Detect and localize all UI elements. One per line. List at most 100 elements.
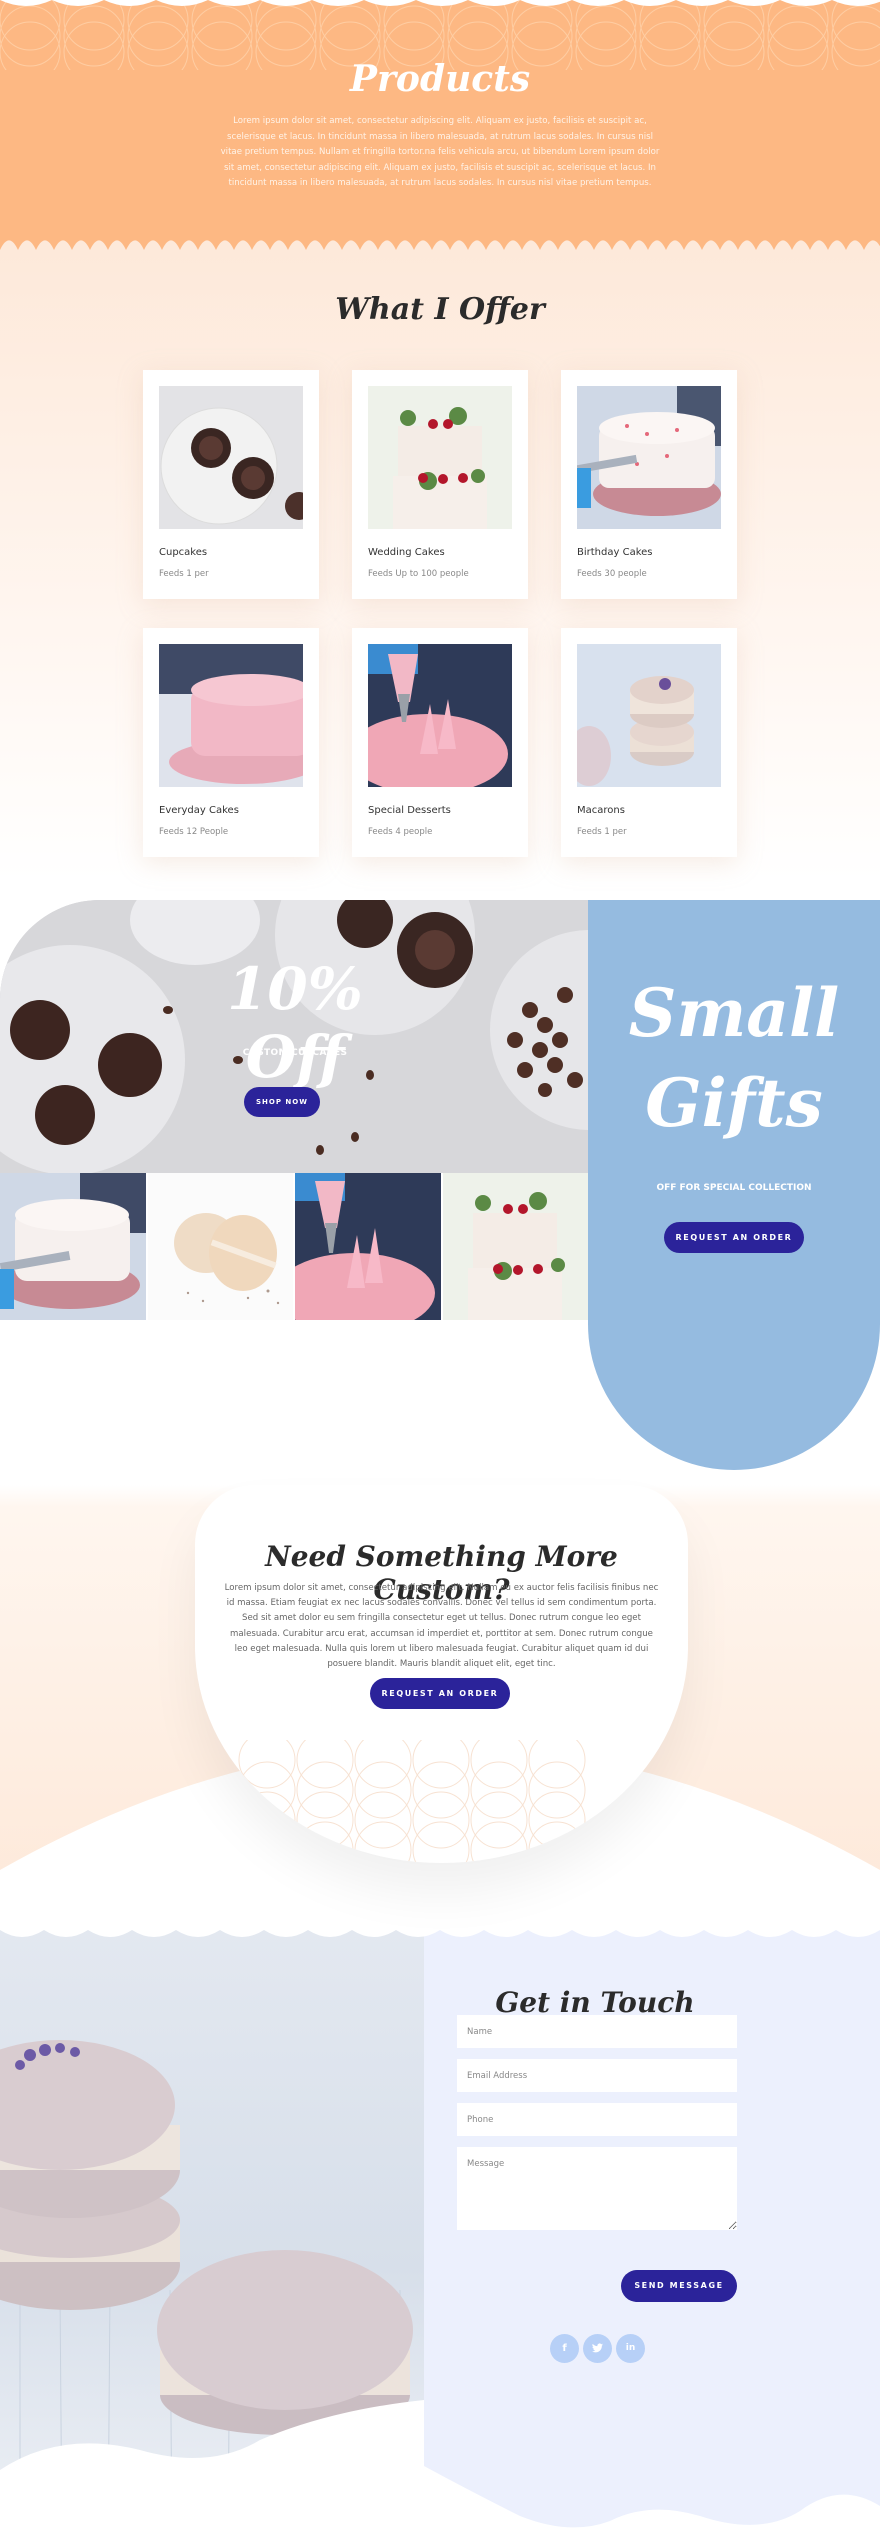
pattern-circle xyxy=(528,1791,586,1849)
promo-section: 10% Off CUSTOM CUPCAKES SHOP NOW Small G… xyxy=(0,900,880,1470)
pattern-circle xyxy=(354,1821,412,1863)
page-title: Products xyxy=(349,58,531,100)
scallop-edge-top xyxy=(0,1930,880,1937)
product-card[interactable]: Macarons Feeds 1 per xyxy=(561,628,737,857)
pattern-circle xyxy=(296,1791,354,1849)
scallop-edge-bottom xyxy=(0,240,880,250)
pattern-circle xyxy=(511,5,573,67)
scallop-edge-top xyxy=(0,0,880,6)
facebook-icon[interactable]: f xyxy=(550,2334,579,2363)
send-message-button[interactable]: SEND MESSAGE xyxy=(621,2270,737,2302)
pattern-circle xyxy=(296,1740,354,1789)
pattern-circle xyxy=(238,1821,296,1863)
pattern-circle xyxy=(767,5,829,67)
pattern-circle xyxy=(470,1821,528,1863)
product-feeds: Feeds 12 People xyxy=(159,827,229,837)
product-image-cupcakes xyxy=(159,386,303,529)
request-order-button[interactable]: REQUEST AN ORDER xyxy=(370,1678,510,1709)
product-name: Everyday Cakes xyxy=(159,805,239,816)
pattern-circle xyxy=(412,1791,470,1849)
gift-title-line-2: Gifts xyxy=(645,1064,823,1142)
product-name: Wedding Cakes xyxy=(368,547,445,558)
pattern-circle xyxy=(470,1791,528,1849)
pattern-circle xyxy=(412,1740,470,1789)
custom-order-card: Need Something More Custom? Lorem ipsum … xyxy=(195,1485,688,1863)
product-card[interactable]: Everyday Cakes Feeds 12 People xyxy=(143,628,319,857)
email-input[interactable] xyxy=(457,2059,737,2092)
product-card[interactable]: Cupcakes Feeds 1 per xyxy=(143,370,319,599)
pattern-circle xyxy=(238,1791,296,1849)
pattern-circle xyxy=(528,1761,586,1819)
product-feeds: Feeds 1 per xyxy=(159,569,209,579)
products-hero: Products Lorem ipsum dolor sit amet, con… xyxy=(0,0,880,250)
contact-section: Get in Touch SEND MESSAGE f in xyxy=(0,1930,880,2546)
gallery-thumb-wedding-cake[interactable] xyxy=(442,1173,588,1320)
pattern-circle xyxy=(0,5,61,67)
pattern-circle xyxy=(575,5,637,67)
shop-now-button[interactable]: SHOP NOW xyxy=(244,1087,320,1117)
pattern-circle xyxy=(528,1821,586,1863)
phone-input[interactable] xyxy=(457,2103,737,2136)
offer-section: What I Offer Cupcakes Feeds 1 per Weddin… xyxy=(0,250,880,880)
product-card[interactable]: Wedding Cakes Feeds Up to 100 people xyxy=(352,370,528,599)
product-name: Birthday Cakes xyxy=(577,547,653,558)
product-feeds: Feeds 30 people xyxy=(577,569,647,579)
pattern-circle xyxy=(255,5,317,67)
gift-panel: Small Gifts OFF FOR SPECIAL COLLECTION R… xyxy=(588,900,880,1470)
thumbnail-gallery xyxy=(0,1173,588,1320)
message-textarea[interactable] xyxy=(457,2147,737,2230)
product-feeds: Feeds Up to 100 people xyxy=(368,569,469,579)
request-order-button[interactable]: REQUEST AN ORDER xyxy=(664,1222,804,1253)
linkedin-icon[interactable]: in xyxy=(616,2334,645,2363)
pattern-circle xyxy=(831,5,880,67)
pattern-circle xyxy=(127,5,189,67)
twitter-bird-glyph xyxy=(592,2343,603,2353)
circle-pattern-decoration xyxy=(238,1740,586,1863)
pattern-circle xyxy=(383,5,445,67)
promo-subtitle: CUSTOM CUPCAKES xyxy=(242,1048,348,1058)
pattern-circle xyxy=(238,1761,296,1819)
gallery-thumb-birthday-cake[interactable] xyxy=(0,1173,146,1320)
gallery-thumb-macarons[interactable] xyxy=(147,1173,293,1320)
pattern-circle xyxy=(470,1740,528,1789)
product-image-everyday-cakes xyxy=(159,644,303,787)
pattern-circle xyxy=(354,1761,412,1819)
gift-title-line-1: Small xyxy=(628,974,840,1052)
twitter-icon[interactable] xyxy=(583,2334,612,2363)
pattern-circle xyxy=(63,5,125,67)
product-image-special-desserts xyxy=(368,644,512,787)
product-name: Cupcakes xyxy=(159,547,208,558)
product-image-birthday-cakes xyxy=(577,386,721,529)
product-feeds: Feeds 1 per xyxy=(577,827,627,837)
product-feeds: Feeds 4 people xyxy=(368,827,433,837)
product-card[interactable]: Birthday Cakes Feeds 30 people xyxy=(561,370,737,599)
pattern-circle xyxy=(412,1821,470,1863)
product-card[interactable]: Special Desserts Feeds 4 people xyxy=(352,628,528,857)
pattern-circle xyxy=(191,5,253,67)
pattern-circle xyxy=(354,1791,412,1849)
pattern-circle xyxy=(412,1761,470,1819)
product-image-macarons xyxy=(577,644,721,787)
pattern-circle xyxy=(703,5,765,67)
pattern-circle xyxy=(354,1740,412,1789)
gift-title: Small Gifts xyxy=(588,968,880,1148)
product-image-wedding-cakes xyxy=(368,386,512,529)
custom-order-section: Need Something More Custom? Lorem ipsum … xyxy=(0,1470,880,1930)
promo-title: 10% Off xyxy=(227,955,363,1091)
name-input[interactable] xyxy=(457,2015,737,2048)
custom-description: Lorem ipsum dolor sit amet, consectetur … xyxy=(224,1583,659,1670)
hero-description: Lorem ipsum dolor sit amet, consectetur … xyxy=(220,116,660,188)
pattern-circle xyxy=(447,5,509,67)
pattern-circle xyxy=(296,1761,354,1819)
gift-subtitle: OFF FOR SPECIAL COLLECTION xyxy=(656,1183,812,1193)
product-name: Macarons xyxy=(577,805,625,816)
gallery-thumb-piping[interactable] xyxy=(295,1173,441,1320)
pattern-circle xyxy=(296,1821,354,1863)
wave-divider xyxy=(424,2466,880,2546)
pattern-circle xyxy=(319,5,381,67)
pattern-circle xyxy=(470,1761,528,1819)
product-name: Special Desserts xyxy=(368,805,451,816)
pattern-circle xyxy=(528,1740,586,1789)
promo-banner: 10% Off CUSTOM CUPCAKES SHOP NOW xyxy=(0,900,588,1173)
section-title: What I Offer xyxy=(335,292,545,327)
